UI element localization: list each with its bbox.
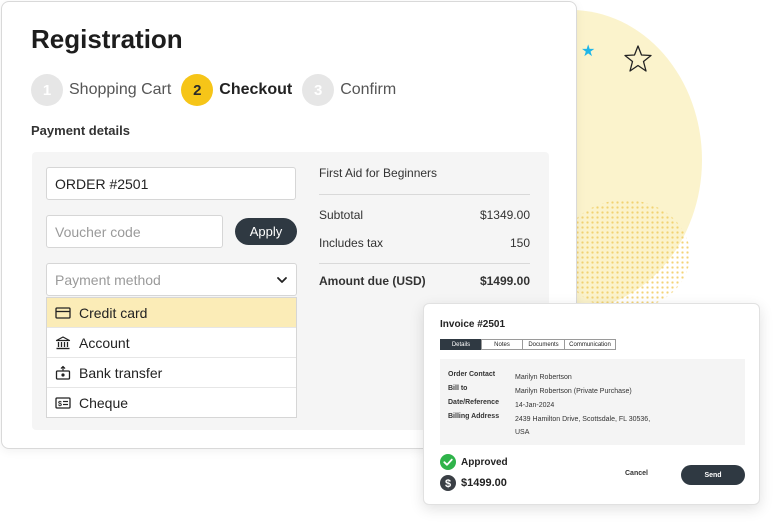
summary-tax-row: Includes tax 150 (319, 229, 530, 257)
detail-value: Marilyn Robertson (515, 374, 572, 381)
payment-option-cheque[interactable]: $ Cheque (47, 388, 296, 418)
invoice-card: Invoice #2501 Details Notes Documents Co… (423, 303, 760, 505)
payment-method-dropdown: Credit card Account Bank transfer $ Cheq… (46, 297, 297, 418)
check-circle-icon (440, 454, 456, 470)
transfer-icon (55, 365, 71, 380)
step-shopping-cart[interactable]: 1 Shopping Cart (31, 74, 171, 106)
payment-option-account[interactable]: Account (47, 328, 296, 358)
tax-label: Includes tax (319, 236, 384, 250)
status-text: Approved (461, 456, 508, 468)
step-number: 1 (31, 74, 63, 106)
payment-option-bank-transfer[interactable]: Bank transfer (47, 358, 296, 388)
step-confirm[interactable]: 3 Confirm (302, 74, 396, 106)
payment-method-select[interactable]: Payment method (46, 263, 297, 296)
svg-text:$: $ (58, 401, 62, 408)
payment-option-label: Account (79, 334, 130, 351)
voucher-code-input[interactable] (46, 215, 223, 248)
tab-notes[interactable]: Notes (481, 339, 523, 350)
chevron-down-icon (277, 276, 287, 283)
detail-value: 14-Jan-2024 (515, 402, 555, 409)
dollar-icon: $ (440, 475, 456, 491)
apply-button[interactable]: Apply (235, 218, 297, 245)
tab-details[interactable]: Details (440, 339, 482, 350)
summary-total-row: Amount due (USD) $1499.00 (319, 267, 530, 295)
detail-key: Bill to (448, 385, 468, 392)
detail-row: Date/Reference 14-Jan-2024 (448, 399, 735, 412)
detail-key: Date/Reference (448, 399, 499, 406)
payment-option-credit-card[interactable]: Credit card (47, 298, 296, 328)
subtotal-label: Subtotal (319, 208, 364, 222)
amount-due-value: $1499.00 (479, 274, 530, 288)
detail-row: Billing Address 2439 Hamilton Drive, Sco… (448, 413, 655, 439)
invoice-title: Invoice #2501 (440, 319, 506, 330)
payment-option-label: Bank transfer (79, 364, 163, 381)
cancel-button[interactable]: Cancel (625, 470, 648, 477)
detail-key: Order Contact (448, 371, 496, 378)
stepper: 1 Shopping Cart 2 Checkout 3 Confirm (31, 74, 406, 106)
payment-option-label: Credit card (79, 304, 148, 321)
amount-value: $1499.00 (461, 477, 507, 489)
summary-item-name: First Aid for Beginners (319, 166, 438, 180)
detail-key: Billing Address (448, 413, 500, 420)
decorative-dots (560, 200, 690, 310)
detail-value: Marilyn Robertson (Private Purchase) (515, 388, 632, 395)
tab-communication[interactable]: Communication (564, 339, 616, 350)
step-number: 3 (302, 74, 335, 106)
payment-option-label: Cheque (79, 395, 129, 411)
order-number-field[interactable] (46, 167, 296, 200)
step-number: 2 (181, 74, 214, 106)
approved-status: Approved (440, 454, 508, 470)
page-title: Registration (31, 24, 183, 54)
invoice-details: Order Contact Marilyn Robertson Bill to … (440, 359, 745, 445)
step-checkout[interactable]: 2 Checkout (181, 74, 292, 106)
invoice-tabs: Details Notes Documents Communication (440, 339, 616, 350)
tab-documents[interactable]: Documents (522, 339, 565, 350)
detail-row: Order Contact Marilyn Robertson (448, 371, 735, 384)
cheque-icon: $ (55, 397, 71, 409)
tax-value: 150 (509, 236, 530, 250)
bank-icon (55, 335, 71, 349)
payment-method-placeholder: Payment method (55, 271, 161, 288)
step-label: Confirm (340, 81, 397, 98)
step-label: Shopping Cart (69, 81, 172, 98)
svg-text:$: $ (445, 478, 451, 490)
star-outline-icon (624, 45, 652, 72)
invoice-amount: $ $1499.00 (440, 475, 507, 491)
section-label: Payment details (31, 123, 130, 138)
amount-due-label: Amount due (USD) (319, 274, 426, 288)
summary-subtotal-row: Subtotal $1349.00 (319, 201, 530, 229)
star-filled-icon: ★ (581, 43, 596, 60)
order-summary: First Aid for Beginners Subtotal $1349.0… (319, 166, 530, 295)
subtotal-value: $1349.00 (479, 208, 530, 222)
detail-value: 2439 Hamilton Drive, Scottsdale, FL 3053… (515, 416, 651, 436)
detail-row: Bill to Marilyn Robertson (Private Purch… (448, 385, 735, 398)
credit-card-icon (55, 306, 71, 319)
step-label: Checkout (219, 81, 293, 98)
send-button[interactable]: Send (681, 465, 745, 485)
